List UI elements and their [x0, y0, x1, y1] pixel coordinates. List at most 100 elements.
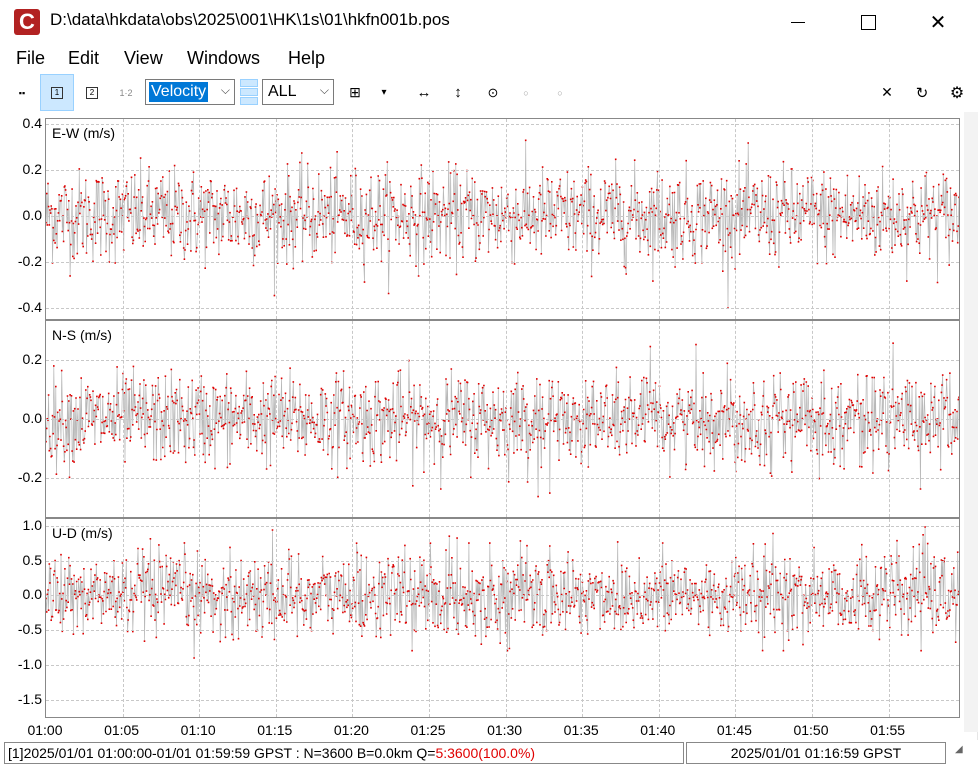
ns-axis-label: N-S (m/s)	[52, 327, 112, 343]
grid-line	[46, 261, 959, 263]
y-tick-label: -1.5	[17, 690, 42, 707]
chevron-down-icon: ⌵	[220, 83, 230, 97]
grid-line	[505, 119, 507, 319]
grid-line	[46, 419, 959, 420]
clear-button[interactable]: ✕	[876, 74, 898, 111]
toolbar-drag-handle[interactable]: ▪▪	[12, 74, 32, 111]
app-logo-letter: C	[19, 9, 35, 34]
grid-line	[199, 519, 201, 717]
x-tick-label: 01:00	[27, 722, 63, 738]
minimize-icon	[791, 21, 805, 23]
series-line	[46, 526, 959, 659]
menu-file[interactable]: File	[16, 48, 45, 69]
menu-edit[interactable]: Edit	[68, 48, 99, 69]
grid-line	[352, 119, 354, 319]
options-button[interactable]: ⚙	[946, 74, 968, 111]
crosshair-button[interactable]: ⊞	[344, 74, 366, 111]
x-tick-label: 01:05	[104, 722, 140, 738]
grid-line	[658, 519, 660, 717]
app-logo-icon[interactable]: C	[14, 9, 40, 35]
minimize-button[interactable]	[775, 0, 821, 44]
y-tick-label: 0.5	[22, 551, 42, 568]
close-button[interactable]: ✕	[915, 0, 961, 44]
quality-select[interactable]: ALL ⌵	[262, 79, 334, 105]
grid-line	[812, 119, 813, 319]
title-bar[interactable]: C D:\data\hkdata\obs\2025\001\HK\1s\01\h…	[0, 0, 978, 44]
show-track-button[interactable]: ○	[516, 74, 536, 111]
x-tick-label: 01:35	[563, 722, 599, 738]
y-tick-label: -1.0	[17, 655, 42, 672]
drag-handle-icon: ▪▪	[18, 87, 26, 98]
plot-type-select[interactable]: Velocity ⌵	[145, 79, 235, 105]
grid-line	[735, 119, 737, 319]
quality-value: ALL	[268, 83, 297, 100]
page1-button[interactable]: 1	[40, 74, 74, 111]
quality-spin[interactable]	[240, 79, 258, 105]
fit-horizontal-icon: ↔	[416, 84, 432, 101]
grid-line	[46, 307, 959, 309]
dot-icon: ○	[557, 87, 563, 98]
grid-line	[275, 519, 277, 717]
y-tick-label: 0.0	[22, 410, 42, 426]
dropdown-arrow-icon: ▾	[381, 87, 387, 98]
grid-line	[46, 664, 959, 666]
chevron-down-icon: ⌵	[319, 83, 329, 97]
status-quality-text: 5:3600(100.0%)	[435, 745, 536, 761]
maximize-button[interactable]	[845, 0, 891, 44]
page12-icon: 1·2	[119, 87, 133, 98]
menu-view[interactable]: View	[124, 48, 163, 69]
series-line	[46, 140, 959, 309]
fit-vertical-icon: ↕	[454, 84, 462, 101]
plot-type-value: Velocity	[149, 82, 209, 102]
x-tick-label: 01:55	[870, 722, 906, 738]
fit-horizontal-button[interactable]: ↔	[412, 74, 436, 111]
show-point-button[interactable]: ○	[550, 74, 570, 111]
x-tick-label: 01:25	[410, 722, 446, 738]
grid-line	[658, 119, 660, 319]
status-summary: [1]2025/01/01 01:00:00-01/01 01:59:59 GP…	[4, 742, 684, 764]
y-tick-label: 1.0	[22, 516, 42, 533]
grid-line	[888, 119, 890, 319]
resize-grip-icon[interactable]: ◢	[955, 744, 963, 755]
status-cursor-time: 2025/01/01 01:16:59 GPST	[686, 742, 946, 764]
x-tick-label: 01:15	[257, 722, 293, 738]
menu-help[interactable]: Help	[288, 48, 325, 69]
grid-line	[429, 519, 430, 717]
status-range-text: [1]2025/01/01 01:00:00-01/01 01:59:59 GP…	[8, 745, 436, 761]
center-origin-icon: ⊙	[487, 84, 499, 100]
velocity-series	[46, 526, 959, 659]
fit-vertical-button[interactable]: ↕	[446, 74, 470, 111]
scrollbar-strip[interactable]	[964, 112, 978, 732]
center-origin-button[interactable]: ⊙	[481, 74, 505, 111]
y-tick-label: 0.2	[22, 350, 42, 367]
ns-velocity-plot[interactable]: N-S (m/s)	[45, 320, 960, 518]
grid-line	[429, 119, 430, 319]
grid-line	[122, 519, 124, 717]
maximize-icon	[860, 14, 876, 30]
dot-icon: ○	[523, 87, 529, 98]
page2-button[interactable]: 2	[80, 74, 104, 111]
x-tick-label: 01:10	[180, 722, 216, 738]
crosshair-dropdown[interactable]: ▾	[376, 74, 392, 111]
close-icon: ✕	[881, 84, 893, 100]
velocity-series	[46, 139, 959, 309]
grid-line	[888, 519, 890, 717]
grid-line	[505, 519, 507, 717]
menu-windows[interactable]: Windows	[187, 48, 260, 69]
grid-line	[46, 169, 959, 171]
grid-line	[582, 119, 584, 319]
grid-line	[46, 123, 959, 125]
grid-line	[46, 699, 959, 701]
series-points	[46, 139, 959, 309]
grid-line	[735, 519, 737, 717]
y-tick-label: 0.4	[22, 114, 42, 131]
gear-icon: ⚙	[949, 84, 965, 102]
x-tick-label: 01:45	[716, 722, 752, 738]
ew-velocity-plot[interactable]: E-W (m/s)	[45, 118, 960, 320]
page12-button[interactable]: 1·2	[112, 74, 140, 111]
reload-button[interactable]: ↻	[911, 74, 933, 111]
ud-velocity-plot[interactable]: U-D (m/s)	[45, 518, 960, 718]
grid-line	[352, 519, 354, 717]
grid-line	[46, 215, 959, 217]
grid-line	[46, 560, 959, 562]
